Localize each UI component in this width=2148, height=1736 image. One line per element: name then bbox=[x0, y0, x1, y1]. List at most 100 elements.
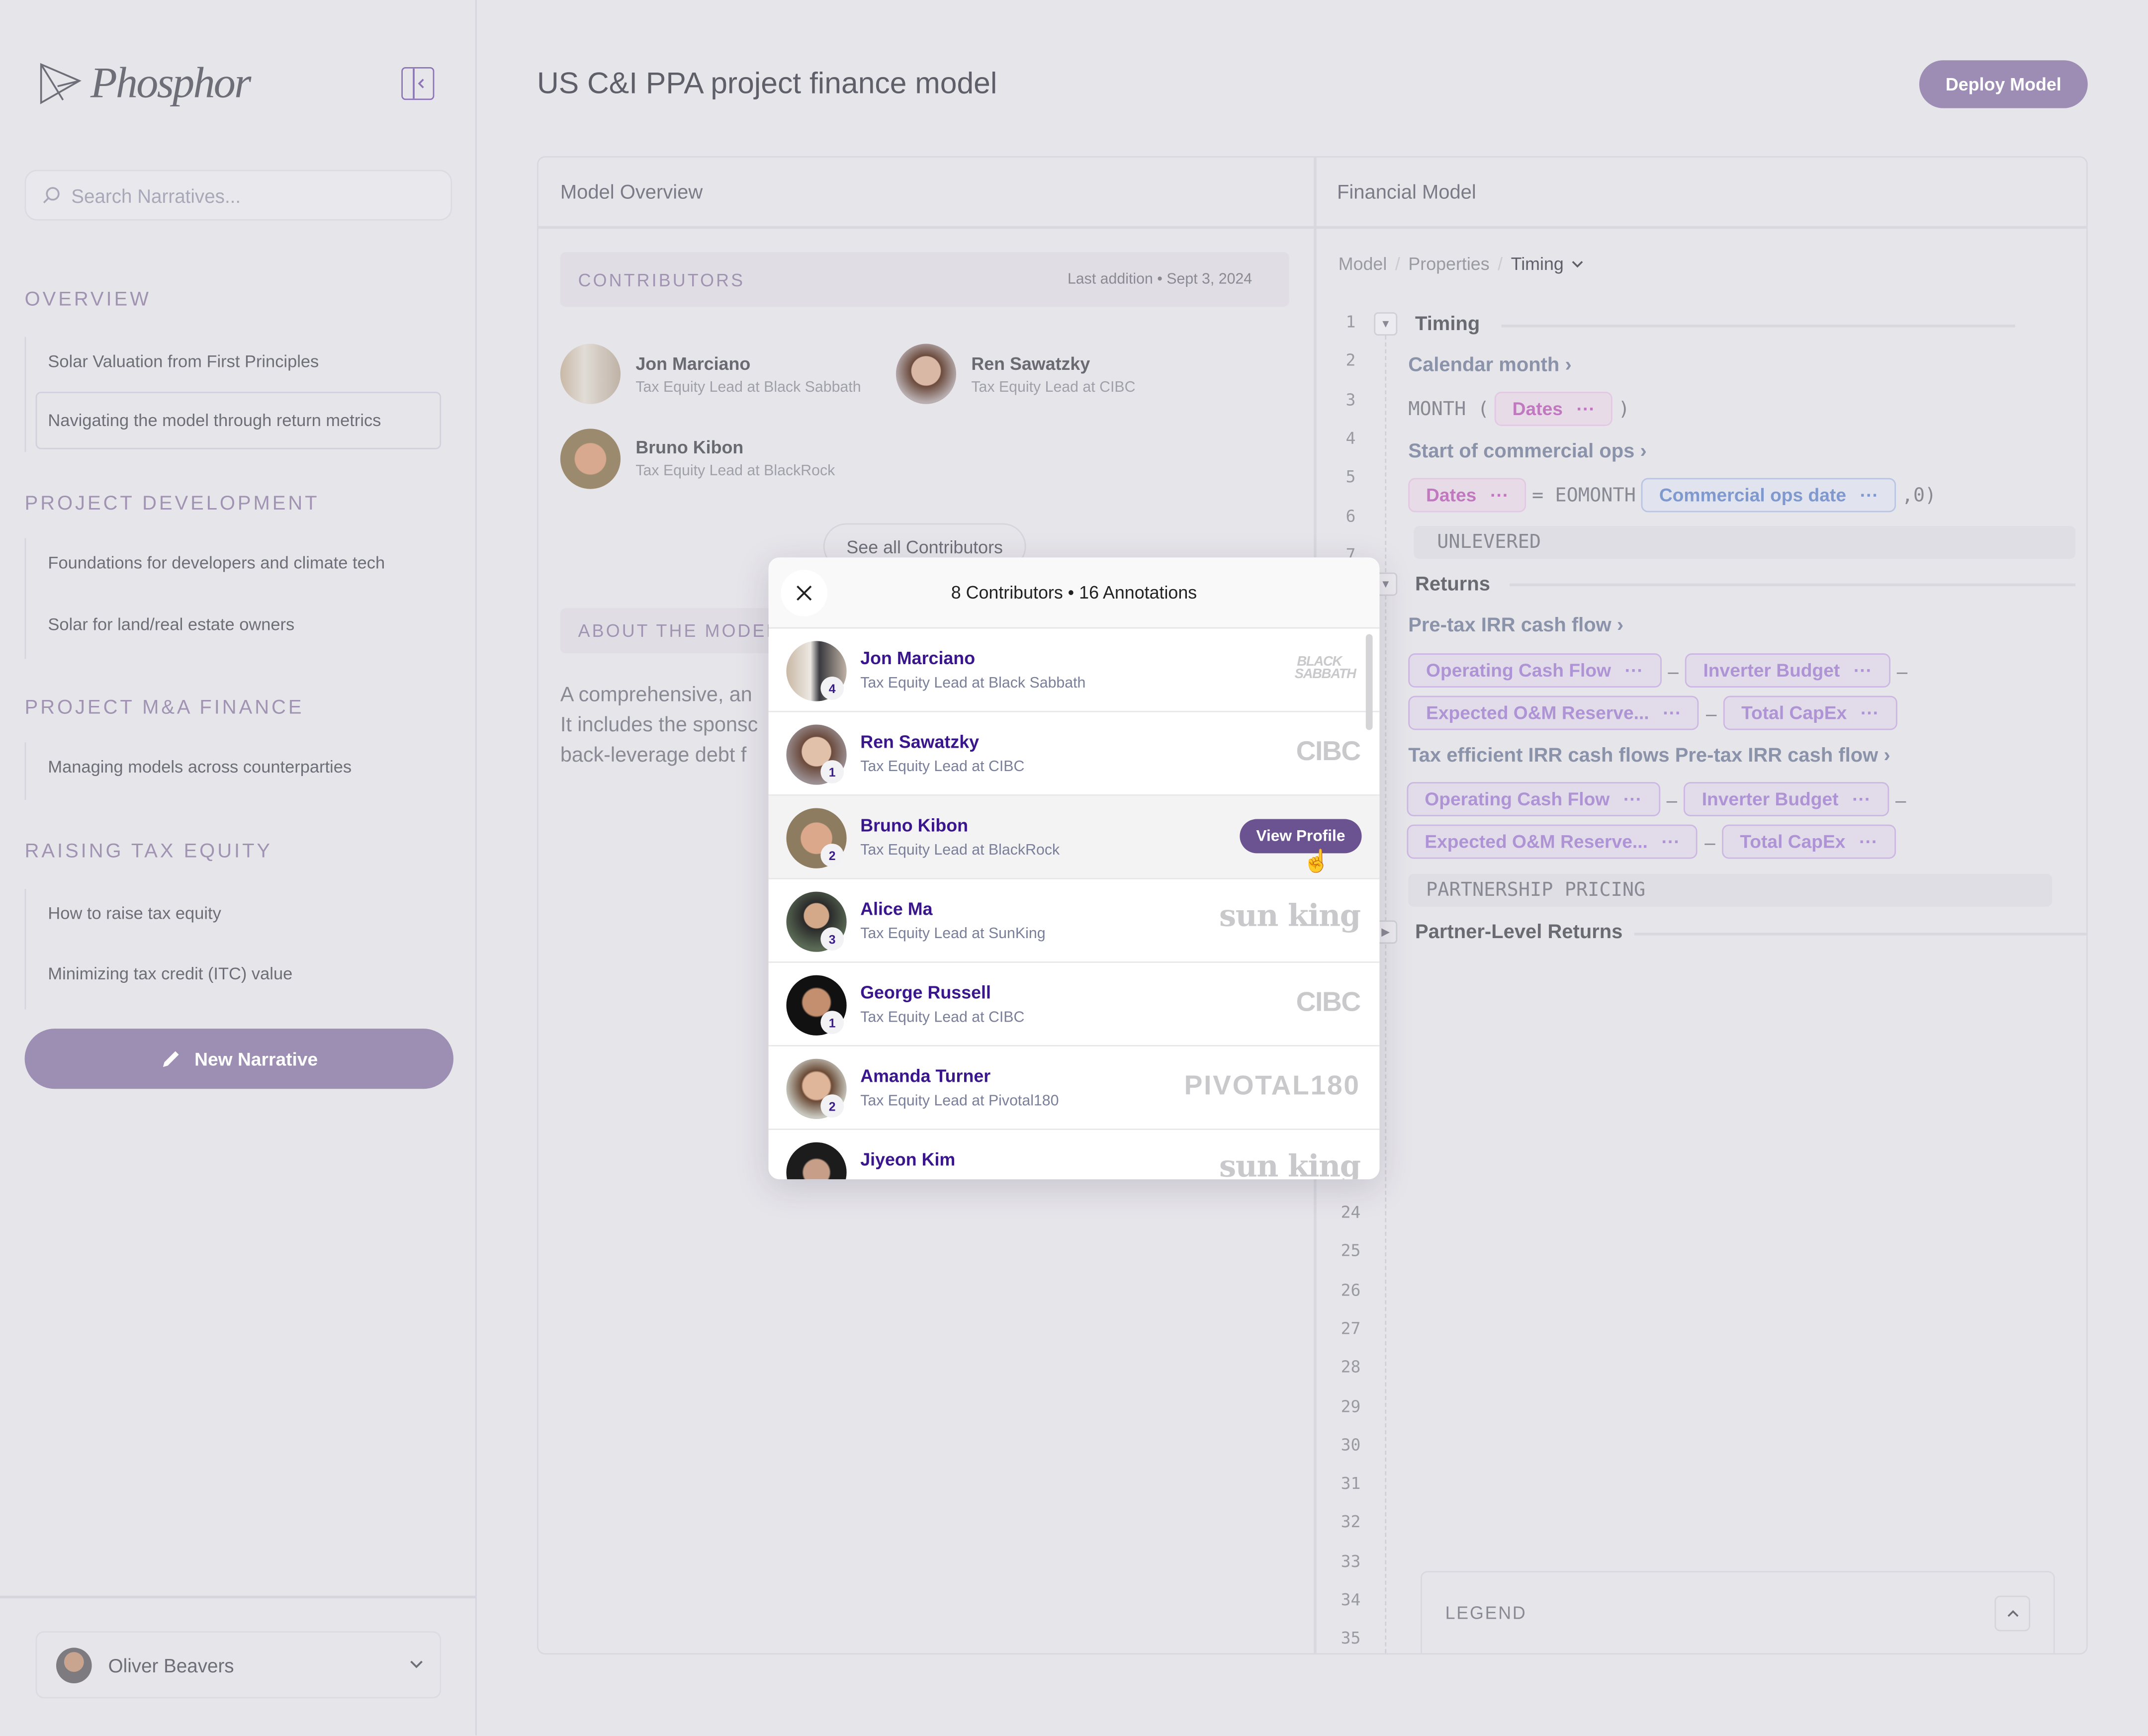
chip-inverter-budget[interactable]: Inverter Budget ··· bbox=[1684, 782, 1889, 817]
chip-total-capex[interactable]: Total CapEx ··· bbox=[1723, 695, 1897, 730]
line-number: 34 bbox=[1341, 1590, 1361, 1610]
chip-expected-o-m-reserve-[interactable]: Expected O&M Reserve... ··· bbox=[1407, 824, 1698, 859]
chip-label: Operating Cash Flow bbox=[1426, 660, 1611, 681]
chevron-down-icon[interactable] bbox=[1572, 260, 1584, 268]
nav-item-foundations[interactable]: Foundations for developers and climate t… bbox=[48, 553, 385, 573]
line-number: 29 bbox=[1341, 1396, 1361, 1416]
user-menu[interactable]: Oliver Beavers bbox=[35, 1631, 442, 1699]
contributor-row[interactable]: 1 George Russell Tax Equity Lead at CIBC CI… bbox=[768, 962, 1380, 1046]
app: Phosphor Search Narratives... OVERVIEW S… bbox=[0, 0, 2148, 1736]
logo: Phosphor bbox=[38, 58, 251, 108]
chip-inverter-budget[interactable]: Inverter Budget ··· bbox=[1685, 653, 1890, 688]
chip-expected-o-m-reserve-[interactable]: Expected O&M Reserve... ··· bbox=[1408, 695, 1700, 730]
more-icon[interactable]: ··· bbox=[1623, 789, 1642, 809]
eomonth-tail: ,0) bbox=[1901, 484, 1937, 507]
unlevered-band: UNLEVERED bbox=[1414, 525, 2075, 559]
search-icon bbox=[43, 187, 60, 204]
calendar-month-link[interactable]: Calendar month › bbox=[1408, 355, 1572, 377]
view-profile-button[interactable]: View Profile bbox=[1240, 819, 1362, 854]
legend-toggle-button[interactable] bbox=[1994, 1595, 2031, 1632]
contributor-name[interactable]: Amanda Turner bbox=[860, 1065, 990, 1086]
pretax-irr-link[interactable]: Pre-tax IRR cash flow › bbox=[1408, 615, 1623, 637]
more-icon[interactable]: ··· bbox=[1490, 485, 1509, 505]
line-number: 32 bbox=[1341, 1512, 1361, 1532]
more-icon[interactable]: ··· bbox=[1852, 789, 1871, 809]
contributor-role: Tax Equity Lead at CIBC bbox=[860, 759, 1025, 776]
contributor-name[interactable]: Bruno Kibon bbox=[860, 815, 968, 835]
more-icon[interactable]: ··· bbox=[1860, 485, 1879, 505]
more-icon[interactable]: ··· bbox=[1861, 702, 1879, 723]
more-icon[interactable]: ··· bbox=[1859, 831, 1878, 852]
chip-label: Inverter Budget bbox=[1703, 660, 1840, 681]
more-icon[interactable]: ··· bbox=[1661, 831, 1680, 852]
contributors-label: CONTRIBUTORS bbox=[578, 269, 745, 291]
contributor-name[interactable]: Jiyeon Kim bbox=[860, 1149, 955, 1170]
contributor-role: Tax Equity Lead at Pivotal180 bbox=[860, 1093, 1059, 1110]
chip-group: Operating Cash Flow ··· – Inverter Budget ··… bbox=[1408, 653, 1907, 738]
chip-total-capex[interactable]: Total CapEx ··· bbox=[1722, 824, 1896, 859]
company-logo: BLACK SABBATH bbox=[1294, 654, 1356, 683]
chip-label: Dates bbox=[1426, 485, 1477, 506]
contributor-name[interactable]: Ren Sawatzky bbox=[860, 731, 979, 752]
about-line: It includes the sponsc bbox=[560, 713, 758, 737]
annotation-count-badge: 2 bbox=[820, 844, 844, 867]
more-icon[interactable]: ··· bbox=[1854, 660, 1872, 681]
section-timing: Timing bbox=[1415, 313, 1480, 336]
contributor-row[interactable]: Jiyeon Kim sun king bbox=[768, 1129, 1380, 1180]
contributor-name[interactable]: Alice Ma bbox=[860, 898, 932, 919]
line-number: 24 bbox=[1341, 1202, 1361, 1222]
contributor-row[interactable]: 2 Amanda Turner Tax Equity Lead at Pivotal… bbox=[768, 1046, 1380, 1130]
contributor-row[interactable]: 2 Bruno Kibon Tax Equity Lead at BlackRock… bbox=[768, 795, 1380, 879]
breadcrumb-model[interactable]: Model bbox=[1339, 254, 1387, 274]
new-narrative-button[interactable]: New Narrative bbox=[24, 1029, 453, 1089]
breadcrumb-timing[interactable]: Timing bbox=[1511, 254, 1564, 274]
contributor-row[interactable]: 3 Alice Ma Tax Equity Lead at SunKing sun k… bbox=[768, 879, 1380, 963]
chevron-right-icon: › bbox=[1616, 615, 1624, 637]
collapse-timing-toggle[interactable]: ▼ bbox=[1374, 312, 1398, 336]
contributors-header: CONTRIBUTORS Last addition • Sept 3, 202… bbox=[560, 252, 1289, 307]
hand-cursor-icon: ☝ bbox=[1303, 850, 1331, 874]
annotation-count-badge: 1 bbox=[820, 1011, 844, 1035]
dates-chip[interactable]: Dates ··· bbox=[1408, 478, 1526, 513]
gutter-line bbox=[1385, 335, 1387, 1653]
contributor-row[interactable]: 4 Jon Marciano Tax Equity Lead at Black Sa… bbox=[768, 628, 1380, 712]
breadcrumb-properties[interactable]: Properties bbox=[1408, 254, 1489, 274]
chip-operating-cash-flow[interactable]: Operating Cash Flow ··· bbox=[1408, 653, 1661, 688]
start-commercial-ops-link[interactable]: Start of commercial ops › bbox=[1408, 441, 1647, 463]
scrollbar[interactable] bbox=[1365, 634, 1373, 730]
deploy-model-button[interactable]: Deploy Model bbox=[1919, 60, 2088, 108]
about-line: back-leverage debt f bbox=[560, 744, 747, 767]
more-icon[interactable]: ··· bbox=[1577, 399, 1595, 419]
model-overview-title: Model Overview bbox=[560, 182, 703, 204]
commercial-ops-date-chip[interactable]: Commercial ops date ··· bbox=[1641, 478, 1896, 513]
last-addition: Last addition • Sept 3, 2024 bbox=[1067, 271, 1253, 288]
contributor-name[interactable]: Jon Marciano bbox=[860, 648, 975, 668]
nav-item-minimizing-itc[interactable]: Minimizing tax credit (ITC) value bbox=[48, 964, 292, 984]
collapse-sidebar-button[interactable] bbox=[401, 67, 435, 100]
nav-item-solar-valuation[interactable]: Solar Valuation from First Principles bbox=[48, 352, 319, 371]
nav-item-raise-tax-equity[interactable]: How to raise tax equity bbox=[48, 904, 221, 923]
chip-operating-cash-flow[interactable]: Operating Cash Flow ··· bbox=[1407, 782, 1660, 817]
contributor-row[interactable]: 1 Ren Sawatzky Tax Equity Lead at CIBC CIBC bbox=[768, 712, 1380, 796]
nav-item-navigating-model[interactable]: Navigating the model through return metr… bbox=[35, 391, 442, 449]
tax-efficient-link[interactable]: Tax efficient IRR cash flows Pre-tax IRR… bbox=[1408, 745, 1890, 767]
more-icon[interactable]: ··· bbox=[1663, 702, 1681, 723]
search-input[interactable]: Search Narratives... bbox=[24, 170, 452, 221]
contributor-name[interactable]: George Russell bbox=[860, 982, 991, 1002]
close-button[interactable] bbox=[781, 570, 828, 616]
close-paren: ) bbox=[1618, 398, 1630, 420]
tax-equity-group: How to raise tax equity Minimizing tax c… bbox=[24, 889, 292, 1010]
company-logo: CIBC bbox=[1296, 987, 1361, 1018]
chip-row: Operating Cash Flow ··· – Inverter Budget ··… bbox=[1407, 782, 1906, 817]
dates-chip[interactable]: Dates ··· bbox=[1494, 391, 1613, 426]
contributor-name: Bruno Kibon bbox=[635, 436, 744, 458]
breadcrumb: Model / Properties / Timing bbox=[1339, 254, 1584, 274]
phosphor-logo-icon bbox=[40, 62, 82, 104]
line-number: 2 bbox=[1345, 351, 1356, 370]
company-logo: CIBC bbox=[1296, 737, 1361, 767]
start-ops-label: Start of commercial ops bbox=[1408, 441, 1635, 463]
nav-item-solar-land[interactable]: Solar for land/real estate owners bbox=[48, 615, 294, 634]
popup-header: 8 Contributors • 16 Annotations bbox=[768, 557, 1380, 629]
more-icon[interactable]: ··· bbox=[1625, 660, 1643, 681]
nav-item-managing-models[interactable]: Managing models across counterparties bbox=[48, 758, 352, 777]
